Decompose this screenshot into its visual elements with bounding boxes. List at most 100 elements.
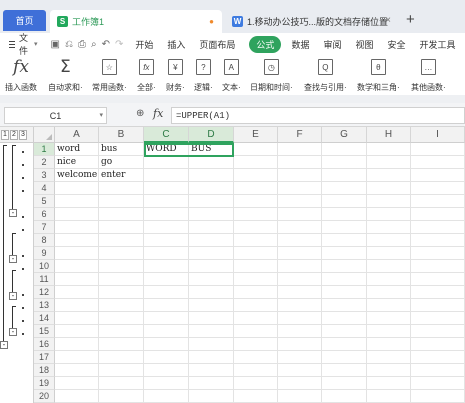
cell-d14[interactable] bbox=[189, 312, 234, 325]
cell-h17[interactable] bbox=[367, 351, 411, 364]
cell-i18[interactable] bbox=[411, 364, 465, 377]
cell-f10[interactable] bbox=[278, 260, 322, 273]
cell-i10[interactable] bbox=[411, 260, 465, 273]
financial-button[interactable]: ¥ 财务· bbox=[166, 57, 185, 93]
cell-a8[interactable] bbox=[55, 234, 99, 247]
name-box[interactable]: C1 ▾ bbox=[4, 107, 107, 124]
cell-e11[interactable] bbox=[234, 273, 278, 286]
cell-b10[interactable] bbox=[99, 260, 144, 273]
row-header-8[interactable]: 8 bbox=[34, 234, 55, 247]
cell-g2[interactable] bbox=[322, 156, 367, 169]
cell-b11[interactable] bbox=[99, 273, 144, 286]
cell-d20[interactable] bbox=[189, 390, 234, 403]
cell-i16[interactable] bbox=[411, 338, 465, 351]
cell-c15[interactable] bbox=[144, 325, 189, 338]
cell-i5[interactable] bbox=[411, 195, 465, 208]
cell-e18[interactable] bbox=[234, 364, 278, 377]
column-header-e[interactable]: E bbox=[234, 127, 278, 143]
tab-workbook1[interactable]: S 工作簿1 ● bbox=[50, 10, 222, 33]
column-header-d[interactable]: D bbox=[189, 127, 234, 143]
cell-g19[interactable] bbox=[322, 377, 367, 390]
cell-b2[interactable]: go bbox=[99, 156, 144, 169]
cell-e4[interactable] bbox=[234, 182, 278, 195]
menu-item-6[interactable]: 视图 bbox=[355, 38, 373, 51]
cell-b7[interactable] bbox=[99, 221, 144, 234]
autosum-button[interactable]: Σ 自动求和· bbox=[48, 57, 83, 93]
cell-d12[interactable] bbox=[189, 286, 234, 299]
cell-b9[interactable] bbox=[99, 247, 144, 260]
cell-h3[interactable] bbox=[367, 169, 411, 182]
cell-a14[interactable] bbox=[55, 312, 99, 325]
cell-b3[interactable]: enter bbox=[99, 169, 144, 182]
cell-h9[interactable] bbox=[367, 247, 411, 260]
row-header-18[interactable]: 18 bbox=[34, 364, 55, 377]
cell-c18[interactable] bbox=[144, 364, 189, 377]
cell-f4[interactable] bbox=[278, 182, 322, 195]
collapse-group-button[interactable]: - bbox=[9, 292, 17, 300]
cell-e5[interactable] bbox=[234, 195, 278, 208]
cell-e6[interactable] bbox=[234, 208, 278, 221]
cell-h18[interactable] bbox=[367, 364, 411, 377]
row-header-6[interactable]: 6 bbox=[34, 208, 55, 221]
cell-f13[interactable] bbox=[278, 299, 322, 312]
print-icon[interactable]: ⎙ bbox=[78, 39, 86, 50]
cell-f19[interactable] bbox=[278, 377, 322, 390]
cell-e10[interactable] bbox=[234, 260, 278, 273]
outline-level-2-button[interactable]: 2 bbox=[10, 129, 18, 140]
cell-a6[interactable] bbox=[55, 208, 99, 221]
column-header-f[interactable]: F bbox=[278, 127, 322, 143]
lookup-reference-button[interactable]: Q 查找与引用· bbox=[304, 57, 347, 93]
chevron-down-icon[interactable]: ▾ bbox=[99, 111, 103, 119]
cell-h15[interactable] bbox=[367, 325, 411, 338]
row-header-14[interactable]: 14 bbox=[34, 312, 55, 325]
cell-b5[interactable] bbox=[99, 195, 144, 208]
cell-f7[interactable] bbox=[278, 221, 322, 234]
cell-a19[interactable] bbox=[55, 377, 99, 390]
cell-e12[interactable] bbox=[234, 286, 278, 299]
row-header-4[interactable]: 4 bbox=[34, 182, 55, 195]
cell-f17[interactable] bbox=[278, 351, 322, 364]
print-preview-icon[interactable]: ⌕ bbox=[91, 39, 97, 50]
column-header-g[interactable]: G bbox=[322, 127, 367, 143]
cell-h12[interactable] bbox=[367, 286, 411, 299]
cell-i19[interactable] bbox=[411, 377, 465, 390]
cell-i4[interactable] bbox=[411, 182, 465, 195]
cell-g18[interactable] bbox=[322, 364, 367, 377]
cell-b14[interactable] bbox=[99, 312, 144, 325]
cell-a17[interactable] bbox=[55, 351, 99, 364]
cell-i14[interactable] bbox=[411, 312, 465, 325]
cell-h20[interactable] bbox=[367, 390, 411, 403]
cell-h10[interactable] bbox=[367, 260, 411, 273]
cell-a20[interactable] bbox=[55, 390, 99, 403]
cell-g4[interactable] bbox=[322, 182, 367, 195]
cell-h19[interactable] bbox=[367, 377, 411, 390]
cell-e9[interactable] bbox=[234, 247, 278, 260]
cell-h16[interactable] bbox=[367, 338, 411, 351]
cell-d13[interactable] bbox=[189, 299, 234, 312]
cell-g7[interactable] bbox=[322, 221, 367, 234]
cell-f11[interactable] bbox=[278, 273, 322, 286]
cell-f14[interactable] bbox=[278, 312, 322, 325]
cell-i11[interactable] bbox=[411, 273, 465, 286]
cell-g8[interactable] bbox=[322, 234, 367, 247]
cell-a3[interactable]: welcome bbox=[55, 169, 99, 182]
cell-e14[interactable] bbox=[234, 312, 278, 325]
cell-b18[interactable] bbox=[99, 364, 144, 377]
zoom-icon[interactable]: ⊕ bbox=[136, 108, 144, 119]
common-functions-button[interactable]: ☆ 常用函数· bbox=[92, 57, 127, 93]
cell-a10[interactable] bbox=[55, 260, 99, 273]
cell-i2[interactable] bbox=[411, 156, 465, 169]
row-header-3[interactable]: 3 bbox=[34, 169, 55, 182]
menu-item-2[interactable]: 页面布局 bbox=[199, 38, 235, 51]
row-header-16[interactable]: 16 bbox=[34, 338, 55, 351]
cell-d11[interactable] bbox=[189, 273, 234, 286]
cell-h4[interactable] bbox=[367, 182, 411, 195]
cell-d17[interactable] bbox=[189, 351, 234, 364]
cell-i12[interactable] bbox=[411, 286, 465, 299]
row-header-12[interactable]: 12 bbox=[34, 286, 55, 299]
cell-c3[interactable] bbox=[144, 169, 189, 182]
select-all-corner[interactable] bbox=[34, 127, 55, 143]
cell-c5[interactable] bbox=[144, 195, 189, 208]
cell-c4[interactable] bbox=[144, 182, 189, 195]
cell-c7[interactable] bbox=[144, 221, 189, 234]
